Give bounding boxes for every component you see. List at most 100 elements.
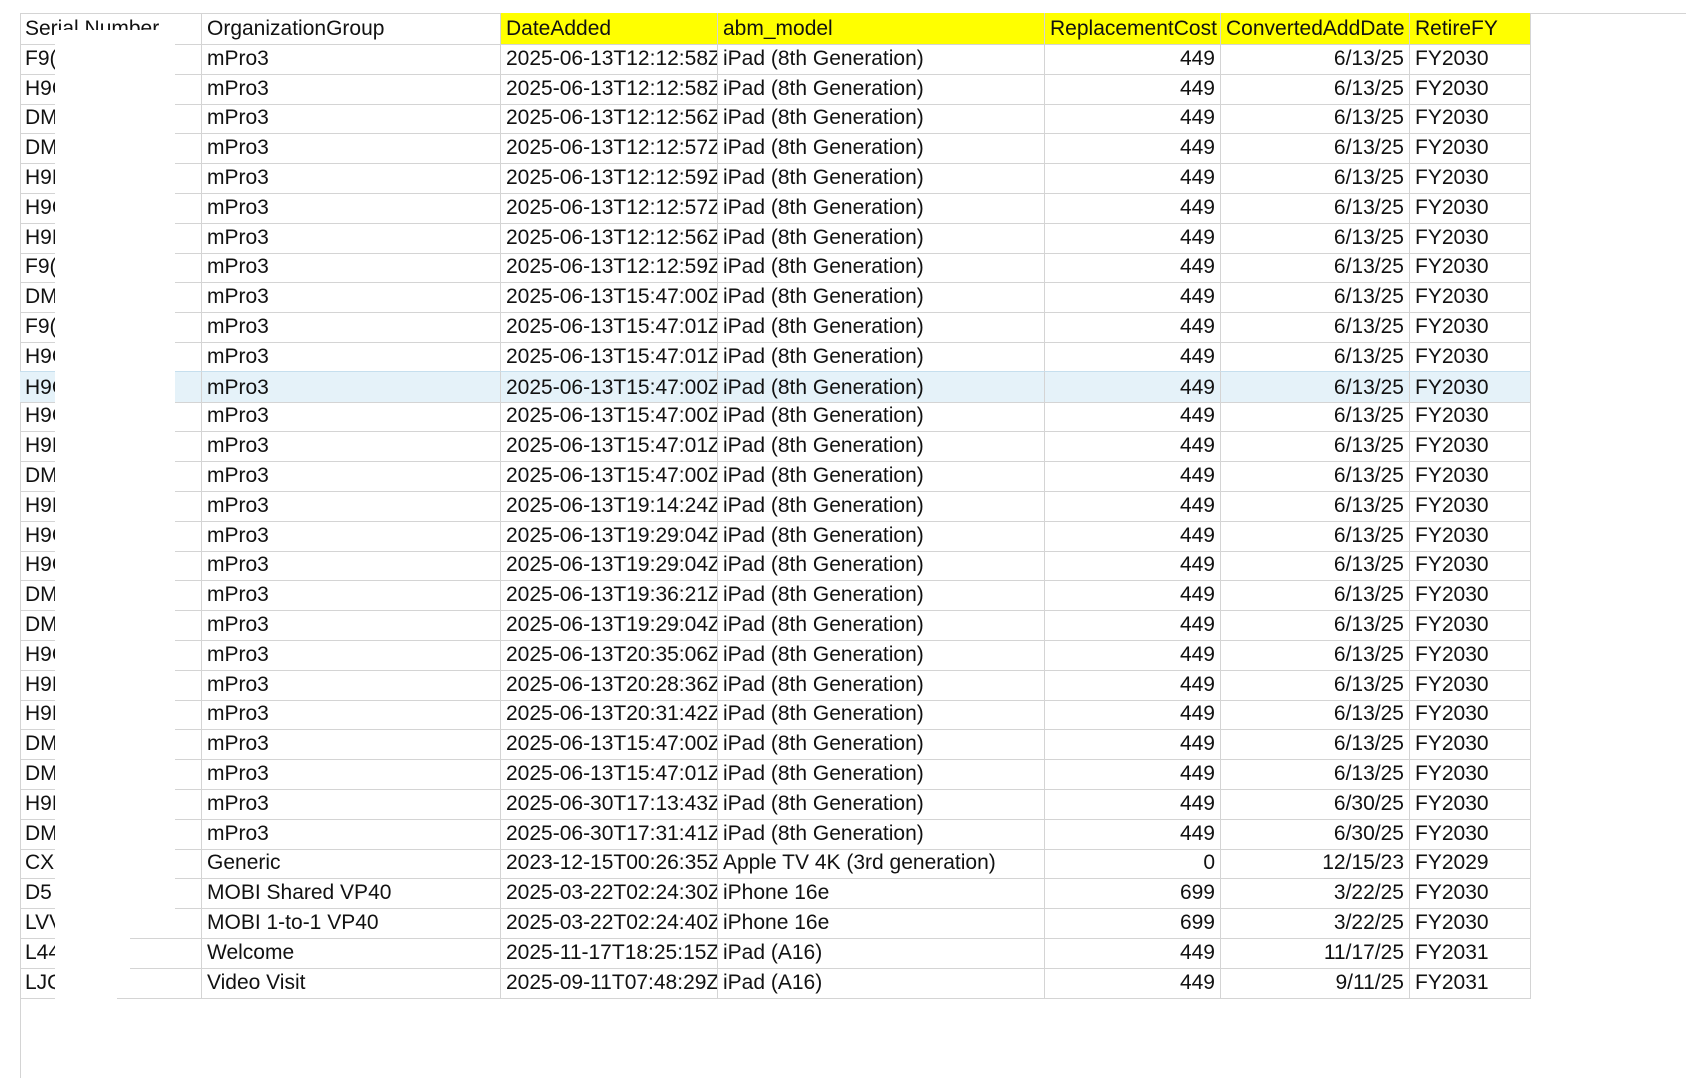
cell-2[interactable]: 2025-06-13T19:36:21Z	[501, 579, 718, 612]
cell-1[interactable]: mPro3	[202, 251, 501, 284]
cell-2[interactable]: 2025-06-13T15:47:01Z	[501, 340, 718, 373]
cell-6[interactable]: FY2030	[1410, 42, 1531, 75]
cell-4[interactable]: 449	[1045, 460, 1221, 492]
cell-4[interactable]: 449	[1045, 966, 1221, 999]
cell-3[interactable]: iPad (8th Generation)	[718, 698, 1045, 731]
cell-2[interactable]: 2025-06-13T12:12:59Z	[501, 251, 718, 284]
cell-4[interactable]: 449	[1045, 668, 1221, 701]
cell-1[interactable]: mPro3	[202, 132, 501, 165]
cell-2[interactable]: 2025-11-17T18:25:15Z	[501, 936, 718, 969]
cell-1[interactable]: mPro3	[202, 460, 501, 492]
cell-3[interactable]: iPad (8th Generation)	[718, 42, 1045, 75]
cell-3[interactable]: iPad (8th Generation)	[718, 549, 1045, 582]
cell-5[interactable]: 6/13/25	[1221, 549, 1410, 582]
cell-1[interactable]: Video Visit	[202, 966, 501, 999]
cell-3[interactable]: iPhone 16e	[718, 907, 1045, 939]
cell-3[interactable]: iPad (8th Generation)	[718, 281, 1045, 314]
cell-3[interactable]: iPad (8th Generation)	[718, 579, 1045, 612]
cell-4[interactable]: 449	[1045, 549, 1221, 582]
cell-2[interactable]: 2025-06-13T15:47:00Z	[501, 400, 718, 433]
cell-6[interactable]: FY2030	[1410, 370, 1531, 403]
cell-1[interactable]: mPro3	[202, 102, 501, 135]
cell-1[interactable]: mPro3	[202, 162, 501, 194]
cell-1[interactable]: mPro3	[202, 340, 501, 373]
cell-2[interactable]: 2025-06-13T12:12:58Z	[501, 72, 718, 105]
cell-5[interactable]: 6/13/25	[1221, 102, 1410, 135]
cell-2[interactable]: 2025-06-13T20:35:06Z	[501, 638, 718, 671]
cell-1[interactable]: mPro3	[202, 817, 501, 850]
cell-1[interactable]: mPro3	[202, 787, 501, 820]
cell-5[interactable]: 6/13/25	[1221, 579, 1410, 612]
cell-1[interactable]: mPro3	[202, 519, 501, 552]
cell-4[interactable]: 449	[1045, 42, 1221, 75]
cell-6[interactable]: FY2029	[1410, 847, 1531, 880]
cell-6[interactable]: FY2030	[1410, 400, 1531, 433]
cell-5[interactable]: 9/11/25	[1221, 966, 1410, 999]
cell-4[interactable]: 699	[1045, 877, 1221, 910]
cell-2[interactable]: 2025-09-11T07:48:29Z	[501, 966, 718, 999]
cell-2[interactable]: 2025-06-13T19:29:04Z	[501, 549, 718, 582]
cell-4[interactable]: 449	[1045, 281, 1221, 314]
cell-3[interactable]: iPad (8th Generation)	[718, 817, 1045, 850]
cell-6[interactable]: FY2030	[1410, 191, 1531, 224]
cell-6[interactable]: FY2030	[1410, 460, 1531, 492]
cell-2[interactable]: 2025-06-13T20:28:36Z	[501, 668, 718, 701]
cell-2[interactable]: 2025-06-13T19:14:24Z	[501, 489, 718, 522]
cell-1[interactable]: mPro3	[202, 72, 501, 105]
cell-4[interactable]: 449	[1045, 758, 1221, 790]
cell-4[interactable]: 449	[1045, 817, 1221, 850]
column-header-1[interactable]: OrganizationGroup	[202, 13, 501, 45]
cell-4[interactable]: 449	[1045, 72, 1221, 105]
cell-3[interactable]: iPad (8th Generation)	[718, 191, 1045, 224]
cell-1[interactable]: mPro3	[202, 221, 501, 254]
cell-6[interactable]: FY2030	[1410, 758, 1531, 790]
cell-3[interactable]: iPad (8th Generation)	[718, 728, 1045, 761]
cell-5[interactable]: 6/30/25	[1221, 817, 1410, 850]
cell-4[interactable]: 449	[1045, 728, 1221, 761]
cell-1[interactable]: mPro3	[202, 311, 501, 343]
cell-5[interactable]: 6/13/25	[1221, 370, 1410, 403]
cell-5[interactable]: 6/13/25	[1221, 221, 1410, 254]
cell-5[interactable]: 6/13/25	[1221, 460, 1410, 492]
cell-1[interactable]: mPro3	[202, 281, 501, 314]
cell-6[interactable]: FY2030	[1410, 430, 1531, 463]
cell-4[interactable]: 449	[1045, 638, 1221, 671]
cell-5[interactable]: 12/15/23	[1221, 847, 1410, 880]
cell-6[interactable]: FY2031	[1410, 936, 1531, 969]
cell-5[interactable]: 6/13/25	[1221, 698, 1410, 731]
cell-5[interactable]: 6/13/25	[1221, 638, 1410, 671]
cell-5[interactable]: 6/13/25	[1221, 728, 1410, 761]
cell-3[interactable]: iPad (8th Generation)	[718, 340, 1045, 373]
cell-6[interactable]: FY2030	[1410, 907, 1531, 939]
cell-3[interactable]: iPad (8th Generation)	[718, 102, 1045, 135]
cell-4[interactable]: 449	[1045, 787, 1221, 820]
cell-4[interactable]: 449	[1045, 340, 1221, 373]
cell-3[interactable]: iPad (8th Generation)	[718, 758, 1045, 790]
cell-5[interactable]: 6/13/25	[1221, 489, 1410, 522]
cell-6[interactable]: FY2030	[1410, 698, 1531, 731]
cell-6[interactable]: FY2030	[1410, 340, 1531, 373]
cell-6[interactable]: FY2030	[1410, 519, 1531, 552]
cell-4[interactable]: 449	[1045, 936, 1221, 969]
cell-3[interactable]: iPhone 16e	[718, 877, 1045, 910]
cell-1[interactable]: mPro3	[202, 400, 501, 433]
cell-4[interactable]: 449	[1045, 489, 1221, 522]
column-header-6[interactable]: RetireFY	[1410, 13, 1531, 45]
cell-6[interactable]: FY2030	[1410, 102, 1531, 135]
cell-5[interactable]: 6/13/25	[1221, 519, 1410, 552]
cell-2[interactable]: 2025-06-13T12:12:56Z	[501, 102, 718, 135]
cell-2[interactable]: 2025-06-13T12:12:57Z	[501, 132, 718, 165]
cell-5[interactable]: 6/13/25	[1221, 668, 1410, 701]
cell-1[interactable]: mPro3	[202, 430, 501, 463]
cell-3[interactable]: iPad (8th Generation)	[718, 72, 1045, 105]
cell-2[interactable]: 2025-06-13T15:47:01Z	[501, 430, 718, 463]
cell-5[interactable]: 3/22/25	[1221, 877, 1410, 910]
cell-1[interactable]: mPro3	[202, 489, 501, 522]
cell-1[interactable]: mPro3	[202, 42, 501, 75]
cell-6[interactable]: FY2031	[1410, 966, 1531, 999]
cell-5[interactable]: 3/22/25	[1221, 907, 1410, 939]
cell-6[interactable]: FY2030	[1410, 817, 1531, 850]
cell-2[interactable]: 2025-06-13T19:29:04Z	[501, 519, 718, 552]
cell-3[interactable]: iPad (8th Generation)	[718, 668, 1045, 701]
cell-2[interactable]: 2025-06-13T15:47:00Z	[501, 281, 718, 314]
